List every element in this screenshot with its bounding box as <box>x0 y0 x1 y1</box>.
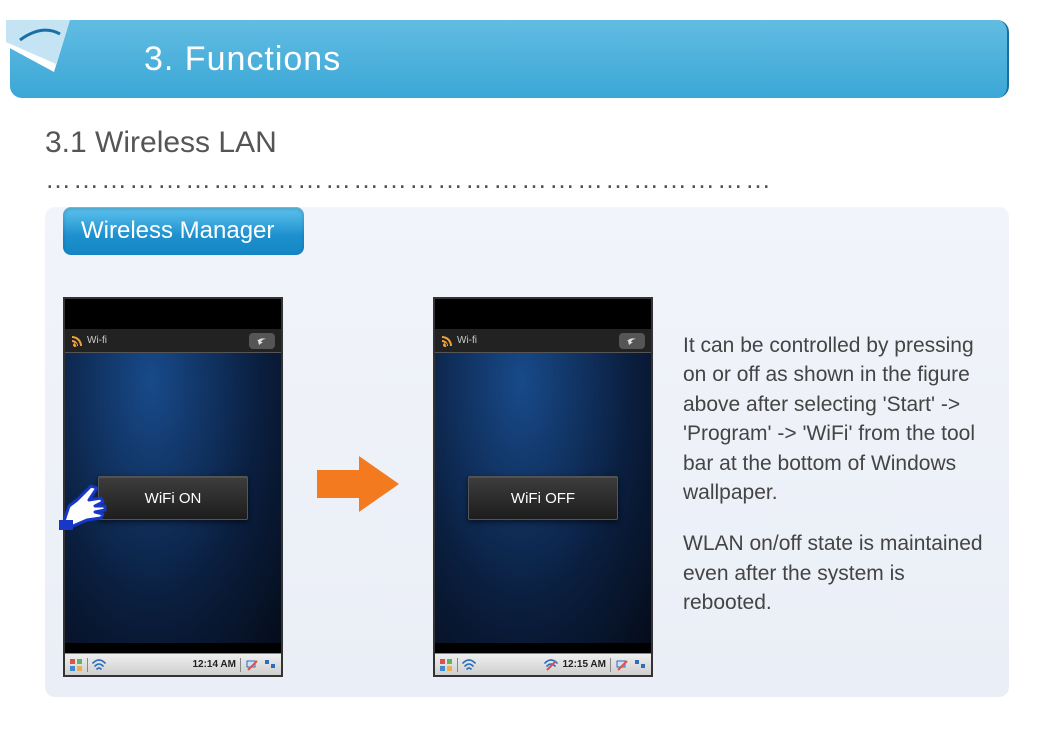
taskbar-divider <box>87 658 88 672</box>
wifi-rss-icon <box>441 335 453 347</box>
content-panel: Wireless Manager Wi-fi <box>45 207 1009 697</box>
taskbar-divider <box>240 658 241 672</box>
taskbar-clock: 12:15 AM <box>562 659 606 670</box>
description-paragraph-1: It can be controlled by pressing on or o… <box>683 331 983 507</box>
description-paragraph-2: WLAN on/off state is maintained even aft… <box>683 529 983 617</box>
arrow-right-icon <box>313 452 403 516</box>
tray-icon[interactable] <box>633 658 647 672</box>
phone-titlebar: Wi-fi <box>435 329 651 353</box>
phone-title-text: Wi-fi <box>87 335 107 346</box>
tab-wireless-manager: Wireless Manager <box>63 207 304 255</box>
back-icon[interactable] <box>249 333 275 349</box>
phone-title-text: Wi-fi <box>457 335 477 346</box>
phone-bezel <box>435 299 651 329</box>
wifi-disabled-tray-icon[interactable] <box>544 658 558 672</box>
tray-icon[interactable] <box>263 658 277 672</box>
wifi-signal-icon[interactable] <box>92 658 106 672</box>
phone-bezel <box>65 299 281 329</box>
windows-start-icon[interactable] <box>439 658 453 672</box>
taskbar-clock: 12:14 AM <box>192 659 236 670</box>
page-title: 3. Functions <box>144 40 341 79</box>
page-header-banner: 3. Functions <box>10 20 1009 98</box>
phone-taskbar: 12:14 AM <box>65 653 281 675</box>
header-logo-icon <box>4 20 74 98</box>
windows-start-icon[interactable] <box>69 658 83 672</box>
pointing-hand-icon <box>55 472 115 532</box>
phone-titlebar: Wi-fi <box>65 329 281 353</box>
phone-screenshot-2: Wi-fi WiFi OFF <box>433 297 653 677</box>
wifi-on-button[interactable]: WiFi ON <box>98 476 248 520</box>
figure-row: Wi-fi WiFi ON <box>63 297 991 677</box>
wifi-signal-icon[interactable] <box>462 658 476 672</box>
description-text: It can be controlled by pressing on or o… <box>683 331 983 640</box>
taskbar-divider <box>610 658 611 672</box>
network-disabled-icon[interactable] <box>245 658 259 672</box>
section-heading: 3.1 Wireless LAN <box>45 126 994 160</box>
phone-taskbar: 12:15 AM <box>435 653 651 675</box>
back-icon[interactable] <box>619 333 645 349</box>
phone-body: WiFi OFF <box>435 353 651 643</box>
wifi-rss-icon <box>71 335 83 347</box>
network-disabled-icon[interactable] <box>615 658 629 672</box>
wifi-off-button[interactable]: WiFi OFF <box>468 476 618 520</box>
phone-1-wrapper: Wi-fi WiFi ON <box>63 297 283 677</box>
taskbar-divider <box>457 658 458 672</box>
dotted-divider: …………………………………………………………………… <box>45 164 994 195</box>
